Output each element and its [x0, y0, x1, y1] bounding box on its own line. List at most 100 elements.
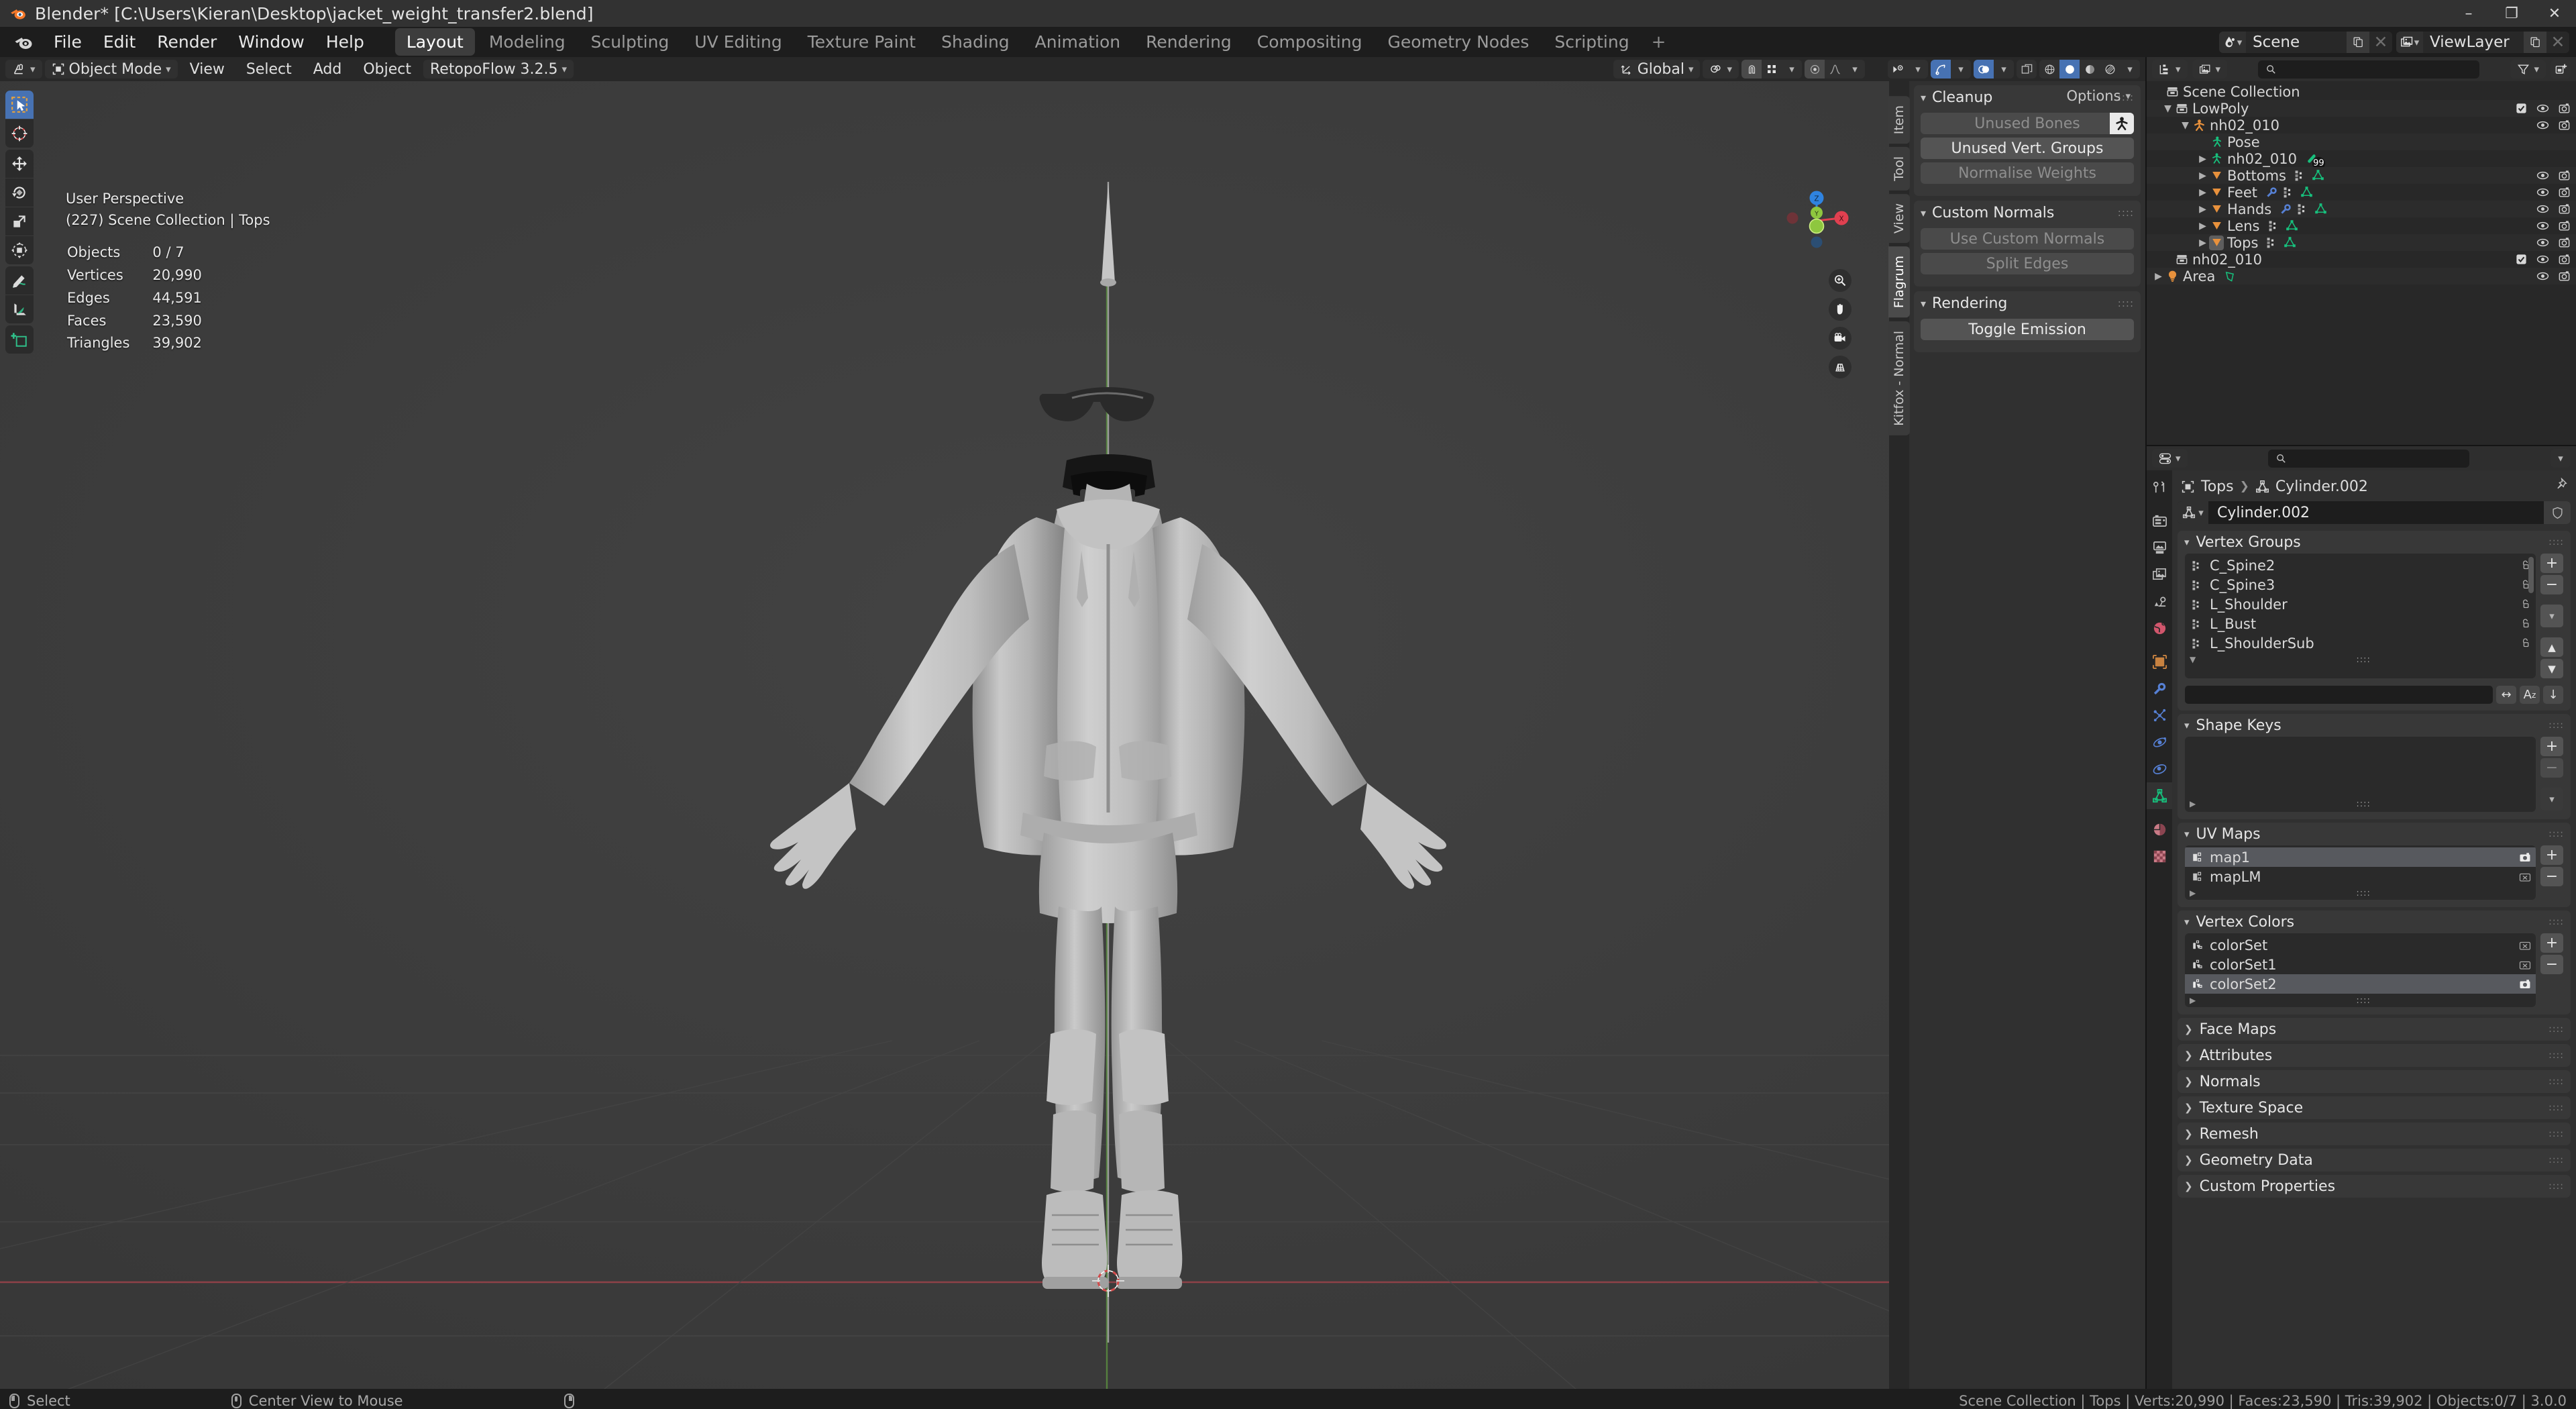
eye-icon[interactable] — [2536, 253, 2549, 266]
viewlayer-selector[interactable]: ▾ ViewLayer ✕ — [2396, 31, 2569, 53]
menu-window[interactable]: Window — [227, 29, 315, 55]
snap-dropdown-icon[interactable]: ▾ — [1782, 60, 1802, 79]
viewlayer-unlink-button[interactable]: ✕ — [2546, 31, 2569, 53]
panel-remesh[interactable]: ❯ Remesh :::: — [2178, 1123, 2571, 1145]
normalise-weights-button[interactable]: Normalise Weights — [1921, 162, 2134, 184]
split-edges-button[interactable]: Split Edges — [1921, 253, 2134, 274]
use-custom-normals-button[interactable]: Use Custom Normals — [1921, 228, 2134, 250]
remove-shape-key-button[interactable]: − — [2540, 758, 2563, 778]
assign-mirror-icon[interactable]: ↔ — [2496, 686, 2516, 704]
tab-data-icon[interactable] — [2147, 782, 2172, 809]
outliner-row-area-light[interactable]: ▶ Area — [2147, 268, 2576, 284]
blender-menu-icon[interactable] — [13, 32, 34, 52]
breadcrumb-object[interactable]: Tops — [2201, 478, 2234, 495]
move-vertex-group-down-button[interactable]: ▼ — [2540, 659, 2563, 678]
panel-custom-normals-header[interactable]: ▾ Custom Normals :::: — [1914, 201, 2141, 225]
workspace-tab-uv-editing[interactable]: UV Editing — [683, 28, 793, 56]
list-item[interactable]: colorSet — [2185, 935, 2536, 955]
sidebar-tab-tool[interactable]: Tool — [1888, 147, 1910, 191]
expand-triangle-icon[interactable]: ▶ — [2196, 204, 2209, 215]
lock-icon[interactable] — [2520, 637, 2531, 649]
scene-duplicate-button[interactable] — [2347, 31, 2369, 53]
panel-custom-properties[interactable]: ❯ Custom Properties :::: — [2178, 1175, 2571, 1198]
camera-off-icon[interactable] — [2519, 871, 2531, 883]
scene-selector[interactable]: ▾ Scene ✕ — [2219, 31, 2392, 53]
object-visibility-icon[interactable] — [1888, 60, 1908, 79]
viewport-3d[interactable]: User Perspective (227) Scene Collection … — [0, 81, 2145, 1389]
tab-texture-icon[interactable] — [2147, 843, 2172, 870]
outliner-row-bottoms[interactable]: ▶ Bottoms — [2147, 167, 2576, 184]
camera-icon[interactable] — [2558, 203, 2571, 215]
editor-type-selector[interactable]: ▾ — [5, 60, 42, 79]
datablock-name-field[interactable]: ▾ Cylinder.002 — [2178, 501, 2571, 524]
move-tool-icon[interactable] — [5, 150, 34, 178]
expand-triangle-icon[interactable]: ▼ — [2161, 103, 2174, 114]
workspace-tab-scripting[interactable]: Scripting — [1543, 28, 1640, 56]
lock-icon[interactable] — [2520, 598, 2531, 610]
panel-vertex-groups-header[interactable]: ▾ Vertex Groups :::: — [2178, 531, 2571, 554]
unused-vert-groups-button[interactable]: Unused Vert. Groups — [1921, 138, 2134, 159]
sidebar-tab-item[interactable]: Item — [1888, 96, 1910, 144]
solid-shading-icon[interactable] — [2059, 60, 2080, 79]
outliner-row-scene-collection[interactable]: Scene Collection — [2147, 83, 2576, 100]
panel-vertex-colors-header[interactable]: ▾ Vertex Colors :::: — [2178, 910, 2571, 933]
minimize-button[interactable]: – — [2447, 0, 2490, 27]
sidebar-tab-flagrum[interactable]: Flagrum — [1888, 246, 1910, 318]
visibility-dropdown-icon[interactable]: ▾ — [1908, 60, 1928, 79]
camera-icon[interactable] — [2558, 186, 2571, 199]
vertex-groups-list[interactable]: C_Spine2 C_Spine3 L_Shoulder L_Bust L_Sh… — [2185, 554, 2536, 678]
list-resize-handle[interactable]: ▶:::: — [2185, 886, 2536, 900]
workspace-tab-shading[interactable]: Shading — [930, 28, 1021, 56]
add-vertex-group-button[interactable]: + — [2540, 554, 2563, 573]
add-vertex-color-button[interactable]: + — [2540, 933, 2563, 953]
panel-rendering-header[interactable]: ▾ Rendering :::: — [1914, 291, 2141, 315]
list-resize-handle[interactable]: ▼:::: — [2185, 653, 2536, 666]
transform-orientation-selector[interactable]: Global ▾ — [1613, 60, 1701, 79]
camera-icon[interactable] — [2519, 851, 2531, 864]
scene-unlink-button[interactable]: ✕ — [2369, 31, 2392, 53]
list-item[interactable]: colorSet1 — [2185, 955, 2536, 974]
snap-pivot-selector[interactable]: ▾ — [1703, 60, 1739, 79]
panel-attributes[interactable]: ❯ Attributes :::: — [2178, 1044, 2571, 1067]
camera-icon[interactable] — [2558, 219, 2571, 232]
tab-render-icon[interactable] — [2147, 507, 2172, 534]
list-item[interactable]: C_Spine3 — [2185, 575, 2536, 594]
viewlayer-duplicate-button[interactable] — [2524, 31, 2546, 53]
viewport-menu-object[interactable]: Object — [354, 61, 421, 78]
navigation-gizmo[interactable]: Y Z X — [1776, 180, 1857, 261]
outliner-row-nh02-collection[interactable]: nh02_010 — [2147, 251, 2576, 268]
rotate-tool-icon[interactable] — [5, 178, 34, 207]
eye-icon[interactable] — [2536, 119, 2549, 132]
vertex-group-specials-menu[interactable]: ▾ — [2540, 605, 2563, 627]
annotate-tool-icon[interactable] — [5, 266, 34, 295]
shading-dropdown-icon[interactable]: ▾ — [2120, 60, 2140, 79]
expand-triangle-icon[interactable]: ▶ — [2196, 238, 2209, 248]
outliner-row-feet[interactable]: ▶ Feet — [2147, 184, 2576, 201]
menu-edit[interactable]: Edit — [93, 29, 146, 55]
outliner-editor-type-selector[interactable]: ▾ — [2152, 60, 2188, 79]
proportional-edit-icon[interactable] — [1805, 60, 1825, 79]
panel-face-maps[interactable]: ❯ Face Maps :::: — [2178, 1018, 2571, 1041]
scale-tool-icon[interactable] — [5, 207, 34, 236]
viewport-menu-select[interactable]: Select — [237, 61, 301, 78]
tab-material-icon[interactable] — [2147, 816, 2172, 843]
lock-icon[interactable] — [2520, 618, 2531, 629]
properties-search-input[interactable] — [2268, 449, 2470, 468]
outliner-row-armature-object[interactable]: ▼ nh02_010 — [2147, 117, 2576, 134]
sort-direction-icon[interactable]: ↓ — [2543, 686, 2563, 704]
add-shape-key-button[interactable]: + — [2540, 737, 2563, 756]
unused-bones-button[interactable]: Unused Bones — [1921, 113, 2134, 134]
viewport-menu-view[interactable]: View — [180, 61, 234, 78]
retopoflow-menu[interactable]: RetopoFlow 3.2.5 ▾ — [423, 60, 574, 79]
add-cube-tool-icon[interactable] — [5, 325, 34, 354]
panel-texture-space[interactable]: ❯ Texture Space :::: — [2178, 1096, 2571, 1119]
eye-icon[interactable] — [2536, 186, 2549, 199]
snap-target-icon[interactable] — [1762, 60, 1782, 79]
list-item[interactable]: colorSet2 — [2185, 974, 2536, 994]
workspace-tab-rendering[interactable]: Rendering — [1134, 28, 1243, 56]
list-resize-handle[interactable]: ▶:::: — [2185, 994, 2536, 1007]
workspace-tab-geometry-nodes[interactable]: Geometry Nodes — [1377, 28, 1541, 56]
toggle-xray-icon[interactable] — [2017, 60, 2037, 79]
tab-world-icon[interactable] — [2147, 615, 2172, 641]
camera-icon[interactable] — [2558, 119, 2571, 132]
